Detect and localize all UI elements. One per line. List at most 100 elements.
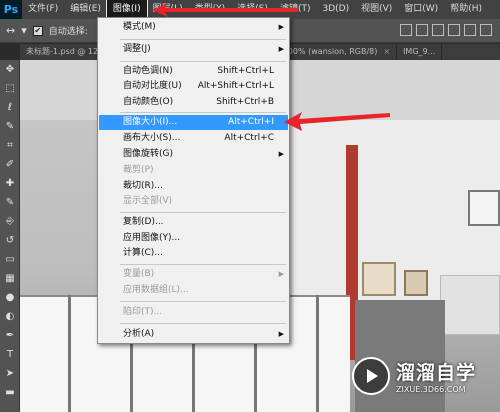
watermark-logo: [352, 357, 390, 395]
menu-shortcut: Alt+Ctrl+I: [228, 117, 274, 127]
align-top-icon[interactable]: [400, 24, 412, 36]
watermark-url: ZIXUE.3D66.COM: [396, 385, 466, 394]
watermark-title: 溜溜自学: [396, 362, 477, 384]
play-icon: [367, 369, 378, 383]
healing-icon[interactable]: ✚: [0, 174, 20, 193]
eyedropper-icon[interactable]: ✐: [0, 155, 20, 174]
menu-item-analysis[interactable]: 分析(A) ▶: [99, 327, 288, 342]
history-brush-icon[interactable]: ↺: [0, 231, 20, 250]
tab-label: 未标题-1.psd @ 12: [26, 47, 99, 56]
menu-separator: [120, 112, 286, 113]
quick-select-icon[interactable]: ✎: [0, 117, 20, 136]
menu-item-auto-color[interactable]: 自动颜色(O) Shift+Ctrl+B: [99, 95, 288, 110]
menu-item-label: 模式(M): [123, 22, 156, 32]
annotation-arrow-image-size: [284, 112, 390, 131]
submenu-arrow-icon: ▶: [278, 330, 284, 338]
menu-item-label: 裁剪(P): [123, 165, 154, 175]
path-select-icon[interactable]: ➤: [0, 364, 20, 383]
menu-help[interactable]: 帮助(H): [444, 0, 488, 19]
auto-select-label: 自动选择:: [48, 27, 88, 37]
annotation-arrow-menu: [152, 3, 298, 17]
menu-shortcut: Shift+Ctrl+B: [216, 97, 274, 107]
menu-item-calculations[interactable]: 计算(C)...: [99, 246, 288, 261]
align-bottom-icon[interactable]: [432, 24, 444, 36]
crop-icon[interactable]: ⌗: [0, 136, 20, 155]
menu-item-trim[interactable]: 裁切(R)...: [99, 179, 288, 194]
menu-item-canvas-size[interactable]: 画布大小(S)... Alt+Ctrl+C: [99, 131, 288, 146]
menu-item-label: 图像大小(I)...: [123, 117, 178, 127]
photo-certificate: [404, 270, 428, 296]
tools-panel: ✥ ⬚ ℓ ✎ ⌗ ✐ ✚ ✎ ⎆ ↺ ▭ ▦ ● ◐ ✒ T ➤ ▬: [0, 60, 20, 412]
menu-separator: [120, 264, 286, 265]
move-icon[interactable]: ✥: [0, 60, 20, 79]
menu-shortcut: Alt+Ctrl+C: [224, 133, 274, 143]
menu-item-label: 复制(D)...: [123, 217, 164, 227]
menu-item-label: 计算(C)...: [123, 248, 163, 258]
menu-item-auto-tone[interactable]: 自动色调(N) Shift+Ctrl+L: [99, 64, 288, 79]
watermark-text: 溜溜自学 ZIXUE.3D66.COM: [396, 358, 476, 394]
submenu-arrow-icon: ▶: [278, 270, 284, 278]
menu-item-image-size[interactable]: 图像大小(I)... Alt+Ctrl+I: [99, 115, 288, 130]
image-menu-dropdown: 模式(M) ▶ 调整(J) ▶ 自动色调(N) Shift+Ctrl+L 自动对比度(…: [97, 17, 290, 344]
align-middle-icon[interactable]: [416, 24, 428, 36]
blur-icon[interactable]: ●: [0, 288, 20, 307]
dodge-icon[interactable]: ◐: [0, 307, 20, 326]
menu-separator: [120, 212, 286, 213]
menu-3d[interactable]: 3D(D): [316, 0, 355, 19]
menu-item-reveal-all[interactable]: 显示全部(V): [99, 194, 288, 209]
menu-item-label: 应用数据组(L)...: [123, 285, 189, 295]
menu-item-label: 陷印(T)...: [123, 307, 163, 317]
move-tool-icon[interactable]: ↔: [6, 24, 15, 37]
submenu-arrow-icon: ▶: [278, 45, 284, 53]
menu-item-trap[interactable]: 陷印(T)...: [99, 305, 288, 320]
menu-shortcut: Shift+Ctrl+L: [217, 66, 274, 76]
menu-item-label: 分析(A): [123, 329, 155, 339]
marquee-icon[interactable]: ⬚: [0, 79, 20, 98]
gradient-icon[interactable]: ▦: [0, 269, 20, 288]
brush-icon[interactable]: ✎: [0, 193, 20, 212]
menu-shortcut: Alt+Shift+Ctrl+L: [197, 81, 274, 91]
menu-item-label: 调整(J): [123, 44, 151, 54]
auto-select-checkbox[interactable]: ✔: [32, 25, 43, 36]
menu-item-image-rotation[interactable]: 图像旋转(G) ▶: [99, 147, 288, 162]
menu-item-label: 自动颜色(O): [123, 97, 174, 107]
menu-item-label: 图像旋转(G): [123, 149, 173, 159]
align-right-icon[interactable]: [480, 24, 492, 36]
menu-item-duplicate[interactable]: 复制(D)...: [99, 215, 288, 230]
align-buttons: [400, 24, 492, 36]
menu-item-mode[interactable]: 模式(M) ▶: [99, 20, 288, 35]
menu-item-label: 裁切(R)...: [123, 181, 163, 191]
close-icon[interactable]: ×: [383, 47, 390, 56]
align-center-icon[interactable]: [464, 24, 476, 36]
menu-item-apply-data-set[interactable]: 应用数据组(L)...: [99, 283, 288, 298]
photo-air-conditioner: [440, 275, 500, 335]
align-left-icon[interactable]: [448, 24, 460, 36]
menu-item-label: 变量(B): [123, 269, 155, 279]
lasso-icon[interactable]: ℓ: [0, 98, 20, 117]
eraser-icon[interactable]: ▭: [0, 250, 20, 269]
menu-item-label: 画布大小(S)...: [123, 133, 181, 143]
menu-separator: [120, 39, 286, 40]
tab-img[interactable]: IMG_9...: [397, 44, 443, 60]
menu-separator: [120, 61, 286, 62]
menu-item-label: 应用图像(Y)...: [123, 233, 181, 243]
menu-item-variables[interactable]: 变量(B) ▶: [99, 267, 288, 282]
watermark: 溜溜自学 ZIXUE.3D66.COM: [352, 348, 494, 404]
pen-icon[interactable]: ✒: [0, 326, 20, 345]
stamp-icon[interactable]: ⎆: [0, 212, 20, 231]
photo-certificate: [362, 262, 396, 296]
menu-separator: [120, 323, 286, 324]
menu-window[interactable]: 窗口(W): [398, 0, 444, 19]
shape-icon[interactable]: ▬: [0, 383, 20, 402]
type-icon[interactable]: T: [0, 345, 20, 364]
menu-item-auto-contrast[interactable]: 自动对比度(U) Alt+Shift+Ctrl+L: [99, 79, 288, 94]
menu-item-apply-image[interactable]: 应用图像(Y)...: [99, 231, 288, 246]
photoshop-logo: Ps: [0, 0, 22, 19]
submenu-arrow-icon: ▶: [278, 150, 284, 158]
tool-preset-dropdown-icon[interactable]: ▾: [21, 24, 27, 37]
menu-file[interactable]: 文件(F): [22, 0, 64, 19]
menu-item-label: 显示全部(V): [123, 196, 173, 206]
menu-item-crop[interactable]: 裁剪(P): [99, 163, 288, 178]
menu-item-adjustments[interactable]: 调整(J) ▶: [99, 42, 288, 57]
menu-view[interactable]: 视图(V): [355, 0, 398, 19]
